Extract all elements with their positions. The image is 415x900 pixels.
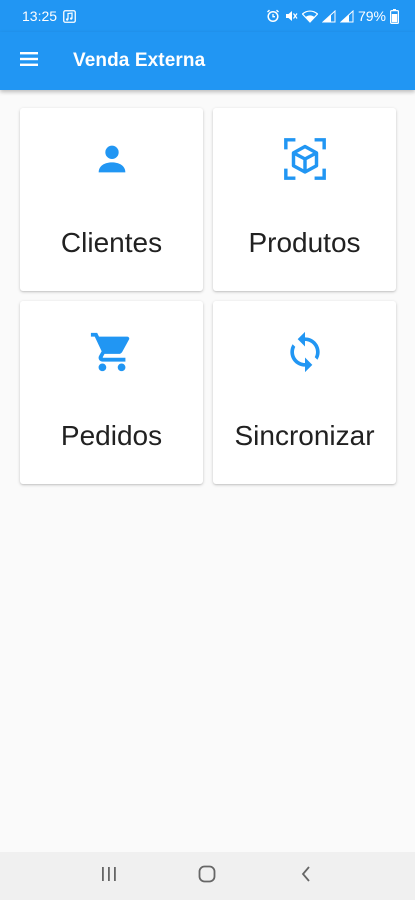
home-icon bbox=[198, 865, 216, 888]
app-title: Venda Externa bbox=[73, 50, 206, 71]
person-icon bbox=[92, 135, 132, 183]
produtos-label: Produtos bbox=[248, 227, 361, 258]
pedidos-label: Pedidos bbox=[60, 420, 163, 451]
recent-apps-button[interactable] bbox=[85, 852, 133, 900]
menu-button[interactable] bbox=[0, 32, 58, 90]
signal-icon-2 bbox=[339, 9, 354, 23]
back-icon bbox=[300, 865, 312, 888]
home-button[interactable] bbox=[183, 852, 231, 900]
cube-scan-icon bbox=[282, 135, 328, 183]
menu-icon bbox=[19, 51, 39, 72]
produtos-card[interactable]: Produtos bbox=[213, 108, 396, 291]
music-note-icon bbox=[63, 9, 76, 23]
menu-grid: Clientes Produtos Pedidos Sincronizar bbox=[20, 108, 396, 484]
wifi-icon bbox=[301, 9, 318, 23]
clientes-card[interactable]: Clientes bbox=[20, 108, 203, 291]
pedidos-card[interactable]: Pedidos bbox=[20, 301, 203, 484]
shopping-cart-icon bbox=[89, 328, 135, 376]
mute-icon bbox=[284, 9, 298, 23]
sincronizar-card[interactable]: Sincronizar bbox=[213, 301, 396, 484]
alarm-icon bbox=[266, 9, 280, 23]
sync-icon bbox=[283, 328, 327, 376]
clientes-label: Clientes bbox=[60, 227, 163, 258]
system-nav-bar bbox=[0, 852, 415, 900]
battery-percentage: 79% bbox=[357, 8, 386, 24]
recent-apps-icon bbox=[100, 866, 118, 887]
status-bar: 13:25 79% bbox=[0, 0, 415, 32]
back-button[interactable] bbox=[282, 852, 330, 900]
sincronizar-label: Sincronizar bbox=[234, 420, 375, 451]
app-bar: Venda Externa bbox=[0, 32, 415, 90]
status-time: 13:25 bbox=[22, 8, 58, 24]
signal-icon bbox=[321, 9, 336, 23]
battery-icon bbox=[390, 8, 399, 24]
